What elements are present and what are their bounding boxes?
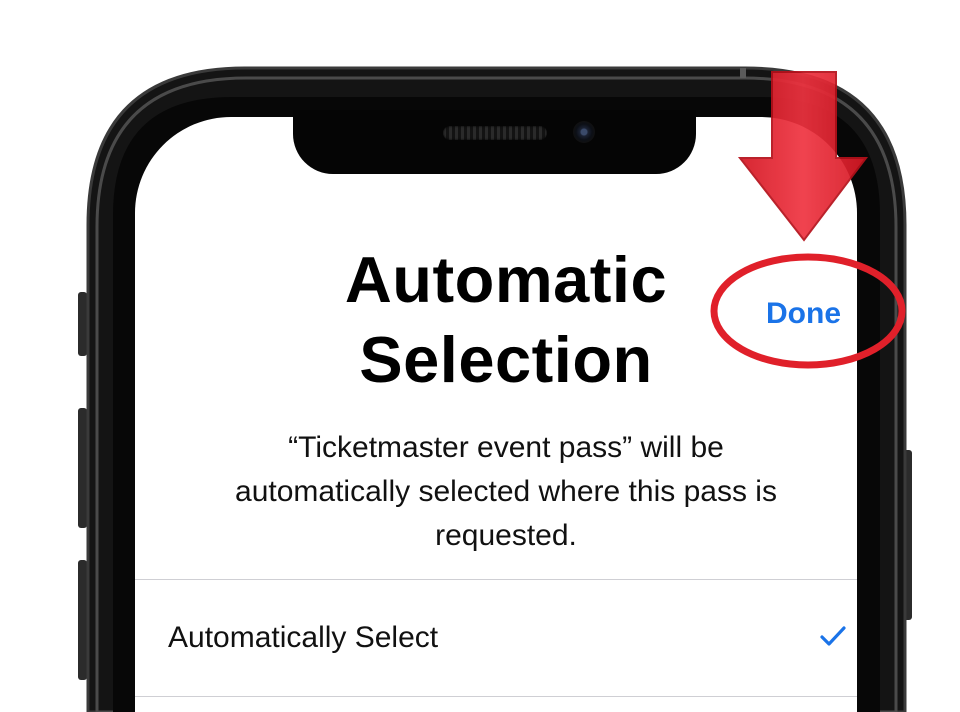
description-line-2: automatically selected where this pass i… bbox=[235, 475, 777, 508]
done-button[interactable]: Done bbox=[766, 294, 841, 334]
option-automatically-select[interactable]: Automatically Select bbox=[135, 580, 857, 697]
front-camera bbox=[573, 121, 595, 143]
volume-up-button bbox=[78, 408, 87, 528]
description-line-1: “Ticketmaster event pass” will be bbox=[288, 431, 724, 464]
divider-bottom bbox=[135, 696, 857, 697]
mute-switch bbox=[78, 292, 87, 356]
description-text: “Ticketmaster event pass” will be automa… bbox=[160, 426, 852, 558]
description-line-3: requested. bbox=[435, 519, 577, 552]
notch bbox=[293, 110, 696, 174]
earpiece-speaker bbox=[443, 126, 547, 140]
checkmark-icon bbox=[820, 626, 846, 646]
volume-down-button bbox=[78, 560, 87, 680]
option-label: Automatically Select bbox=[168, 621, 439, 654]
screenshot-stage: Automatic Selection Done “Ticketmaster e… bbox=[0, 0, 960, 712]
